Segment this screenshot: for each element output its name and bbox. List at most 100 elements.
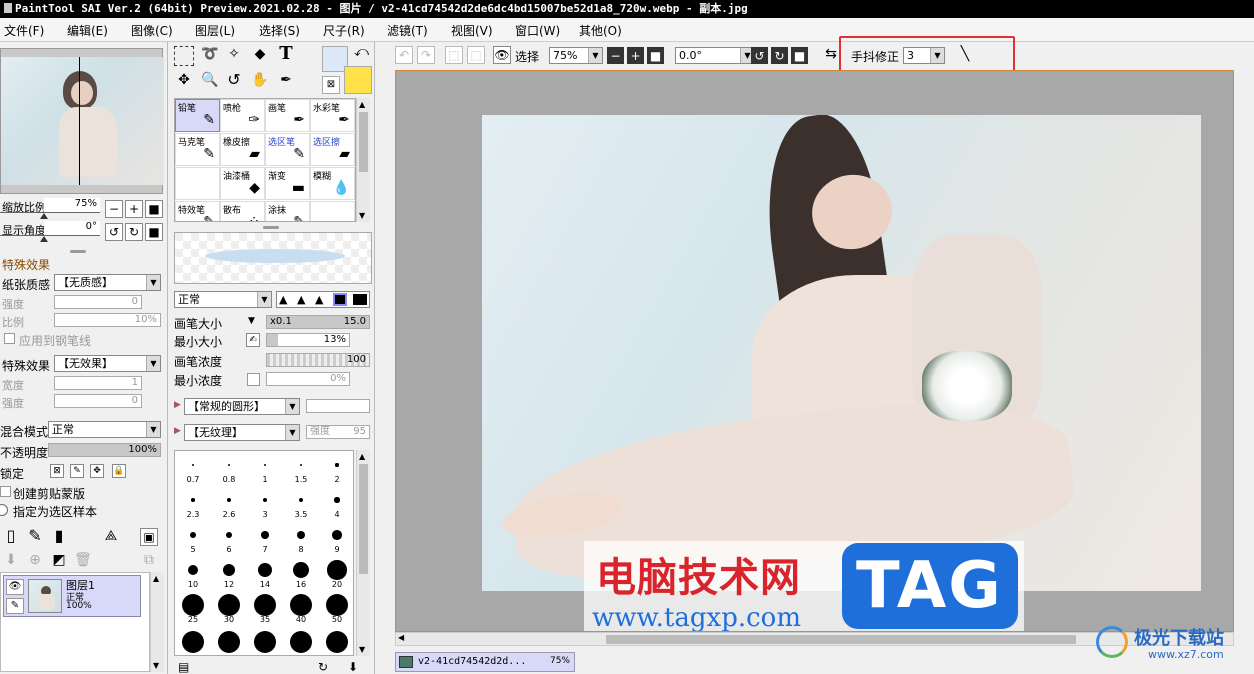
brush-size-dot[interactable] [254,594,276,616]
transparent-color-icon[interactable]: ⊠ [322,76,340,94]
pressure-size-icon[interactable]: ✍ [246,333,260,347]
new-vector-layer-icon[interactable]: ✎ [26,528,44,546]
menu-image[interactable]: 图像(C) [131,22,173,39]
brush-shape-select[interactable]: 【常规的圆形】 ▼ [184,398,300,415]
clear-layer-icon[interactable]: ◩ [50,552,68,570]
splitter-handle[interactable] [70,250,86,253]
brush-grid-scrollbar[interactable]: ▲ ▼ [356,98,370,222]
menu-view[interactable]: 视图(V) [451,22,493,39]
brush-slot[interactable]: 油漆桶 ◆ [220,167,265,200]
brush-size-dot[interactable] [227,498,231,502]
shape-strength-slider[interactable] [306,399,370,413]
brush-slot[interactable]: 涂抹 ✎ [265,201,310,221]
rotate-left-button[interactable]: ↺ [105,223,123,241]
menu-other[interactable]: 其他(O) [579,22,622,39]
brush-size-dot[interactable] [335,463,339,467]
rect-select-icon[interactable] [174,46,194,66]
delete-layer-icon[interactable]: 🗑 [74,552,92,570]
brush-size-dot[interactable] [334,497,340,503]
magic-wand-icon[interactable]: ✧ [224,46,244,66]
brush-slot[interactable]: 画笔 ✒ [265,99,310,132]
brush-size-dot[interactable] [261,531,269,539]
size-grid-scrollbar[interactable]: ▲ ▼ [356,450,370,656]
menu-ruler[interactable]: 尺子(R) [323,22,365,39]
layer-item[interactable]: 👁 ✎ 图层1 正常 100% [3,575,141,617]
zoom-reset-button[interactable]: ■ [145,200,163,218]
brush-slot[interactable]: 铅笔 ✎ [175,99,220,132]
toolbar-zoom-reset-button[interactable]: ■ [647,47,664,64]
min-size-slider[interactable]: 13% [266,333,350,347]
zoom-icon[interactable]: 🔍 [200,72,220,92]
brush-slot[interactable]: 喷枪 ✑ [220,99,265,132]
visibility-eye-icon[interactable]: 👁 [6,579,24,595]
brush-save-icon[interactable]: ⬇ [348,660,358,674]
brush-slot[interactable]: 渐变 ▬ [265,167,310,200]
invert-select-button[interactable]: ⬚ [467,46,485,64]
brush-size-dot[interactable] [191,498,195,502]
rotate-icon[interactable]: ↺ [224,72,244,92]
lock-move-icon[interactable]: ✥ [90,464,104,478]
zoom-select[interactable]: 75% ▼ [549,47,603,64]
rotate-right-button[interactable]: ↻ [125,223,143,241]
zoom-out-button[interactable]: − [105,200,123,218]
brush-size-dot[interactable] [218,631,240,653]
angle-select[interactable]: 0.0° ▼ [675,47,755,64]
brush-slot[interactable]: 散布 ⁘ [220,201,265,221]
zoom-in-button[interactable]: + [125,200,143,218]
brush-texture-select[interactable]: 【无纹理】 ▼ [184,424,300,441]
text-tool-icon[interactable]: T [276,45,296,66]
layer-pen-icon[interactable]: ✎ [6,598,24,614]
primary-color-swatch[interactable] [344,66,372,94]
brush-size-dot[interactable] [298,497,304,503]
brush-size-dot[interactable] [254,631,276,653]
layer-mask-icon[interactable]: ▣ [140,528,158,546]
menu-select[interactable]: 选择(S) [259,22,300,39]
zoom-slider[interactable]: 75% [44,198,100,212]
lock-paint-icon[interactable]: ✎ [70,464,84,478]
brush-slot[interactable]: 橡皮擦 ▰ [220,133,265,166]
brush-size-dot[interactable] [225,531,233,539]
brush-shape-selector[interactable]: ▲ ▲ ▲ [276,291,370,308]
brush-slot[interactable]: 选区笔 ✎ [265,133,310,166]
toolbar-zoom-out-button[interactable]: − [607,47,624,64]
brush-size-dot[interactable] [191,463,195,467]
brush-size-dot[interactable] [327,560,347,580]
shape-icon[interactable]: ◆ [250,46,270,66]
eyedropper-icon[interactable]: ✒ [276,72,296,92]
brush-size-dot[interactable] [326,594,348,616]
brush-slot[interactable]: 模糊 💧 [310,167,355,200]
swap-colors-icon[interactable]: ⤺ [354,44,369,60]
brush-size-dot[interactable] [182,631,204,653]
texture-strength-slider[interactable]: 强度 95 [306,425,370,439]
size-dropdown-icon[interactable]: ▼ [248,316,255,326]
rotate-reset-button[interactable]: ■ [145,223,163,241]
lasso-icon[interactable]: ➰ [200,46,220,66]
opacity-slider[interactable]: 100% [48,443,161,457]
brush-size-dot[interactable] [290,631,312,653]
menu-layer[interactable]: 图层(L) [195,22,235,39]
toolbar-rotate-reset-button[interactable]: ■ [791,47,808,64]
brush-size-dot[interactable] [299,463,303,467]
flip-horizontal-icon[interactable]: ⇆ [821,46,841,66]
brush-size-dot[interactable] [222,563,236,577]
apply-mask-icon[interactable]: ⧉ [140,552,158,570]
document-tab[interactable]: v2-41cd74542d2d... 75% [395,652,575,672]
menu-file[interactable]: 文件(F) [4,22,44,39]
brush-size-dot[interactable] [293,562,309,578]
paper-strength-slider[interactable]: 0 [54,295,142,309]
texture-expand-icon[interactable]: ▶ [174,426,181,436]
brush-size-dot[interactable] [332,530,342,540]
lock-all-icon[interactable]: 🔒 [112,464,126,478]
menu-window[interactable]: 窗口(W) [515,22,560,39]
brush-size-slider[interactable]: x0.1 15.0 [266,315,370,329]
brush-size-dot[interactable] [326,631,348,653]
brush-slot[interactable]: 水彩笔 ✒ [310,99,355,132]
clip-mask-checkbox[interactable] [0,486,11,497]
min-density-slider[interactable]: 0% [266,372,350,386]
brush-size-dot[interactable] [218,594,240,616]
redo-button[interactable]: ↷ [417,46,435,64]
splitter-handle-tools[interactable] [263,226,279,229]
brush-mode-select[interactable]: 正常 ▼ [174,291,272,308]
navigator-preview[interactable] [0,48,164,194]
brush-size-dot[interactable] [257,562,273,578]
